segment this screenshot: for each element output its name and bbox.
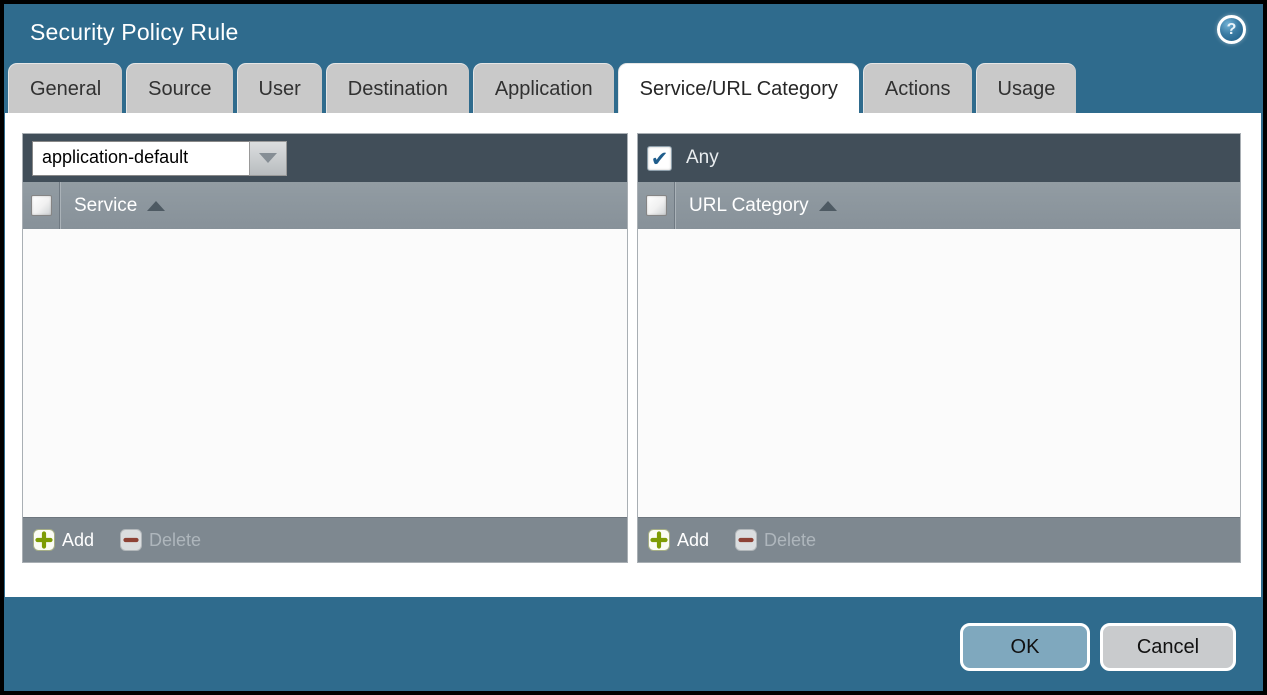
tab-user[interactable]: User — [237, 63, 322, 113]
service-panel-header: application-default — [23, 134, 627, 182]
url-category-list — [638, 229, 1240, 517]
cancel-button[interactable]: Cancel — [1100, 623, 1236, 671]
service-type-dropdown[interactable]: application-default — [32, 141, 287, 176]
url-category-column-label: URL Category — [689, 195, 809, 217]
service-add-button[interactable]: Add — [33, 529, 94, 551]
service-select-all-checkbox[interactable] — [31, 195, 52, 216]
url-category-column-sort[interactable]: URL Category — [689, 195, 837, 217]
service-column-label: Service — [74, 195, 137, 217]
help-icon[interactable]: ? — [1217, 15, 1246, 44]
delete-button-label: Delete — [149, 530, 201, 551]
url-category-panel-header: ✔ Any — [638, 134, 1240, 182]
dialog-titlebar: Security Policy Rule ? — [4, 4, 1263, 63]
any-label: Any — [686, 147, 719, 169]
tab-actions[interactable]: Actions — [863, 63, 972, 113]
any-checkbox[interactable]: ✔ — [647, 146, 672, 171]
tab-content-service-url-category: application-default Service — [5, 113, 1261, 597]
chevron-down-icon — [259, 153, 277, 163]
service-panel-footer: Add Delete — [23, 517, 627, 562]
url-category-select-all-checkbox[interactable] — [646, 195, 667, 216]
plus-icon — [33, 529, 55, 551]
delete-button-label: Delete — [764, 530, 816, 551]
url-category-delete-button[interactable]: Delete — [735, 529, 816, 551]
dialog-title: Security Policy Rule — [30, 19, 239, 46]
service-delete-button[interactable]: Delete — [120, 529, 201, 551]
tab-service-url-category[interactable]: Service/URL Category — [618, 63, 859, 113]
tab-strip: General Source User Destination Applicat… — [8, 63, 1076, 113]
service-column-header: Service — [23, 182, 627, 229]
tab-general[interactable]: General — [8, 63, 122, 113]
url-category-column-header: URL Category — [638, 182, 1240, 229]
url-category-panel: ✔ Any URL Category — [637, 133, 1241, 563]
service-type-dropdown-button[interactable] — [249, 141, 287, 176]
url-category-add-button[interactable]: Add — [648, 529, 709, 551]
column-separator — [675, 182, 676, 229]
tab-source[interactable]: Source — [126, 63, 232, 113]
plus-icon — [648, 529, 670, 551]
tab-destination[interactable]: Destination — [326, 63, 469, 113]
url-category-select-all-cell — [638, 182, 675, 229]
service-list — [23, 229, 627, 517]
column-separator — [60, 182, 61, 229]
url-category-panel-footer: Add Delete — [638, 517, 1240, 562]
minus-icon — [735, 529, 757, 551]
minus-icon — [120, 529, 142, 551]
security-policy-rule-dialog: Security Policy Rule ? General Source Us… — [4, 4, 1263, 691]
service-select-all-cell — [23, 182, 60, 229]
tab-usage[interactable]: Usage — [976, 63, 1077, 113]
add-button-label: Add — [677, 530, 709, 551]
add-button-label: Add — [62, 530, 94, 551]
service-panel: application-default Service — [22, 133, 628, 563]
sort-ascending-icon — [819, 201, 837, 211]
ok-button[interactable]: OK — [960, 623, 1090, 671]
tab-application[interactable]: Application — [473, 63, 614, 113]
sort-ascending-icon — [147, 201, 165, 211]
service-column-sort[interactable]: Service — [74, 195, 165, 217]
any-row: ✔ Any — [647, 146, 719, 171]
service-type-dropdown-value[interactable]: application-default — [32, 141, 249, 176]
